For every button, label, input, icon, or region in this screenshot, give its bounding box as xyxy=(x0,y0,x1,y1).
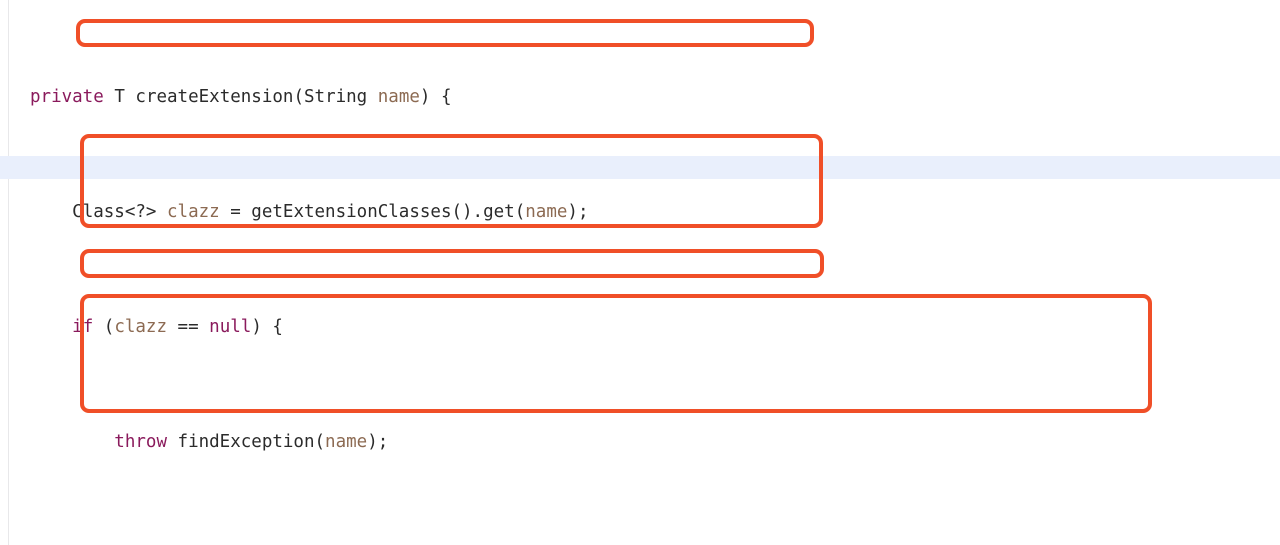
annotation-box-3 xyxy=(80,249,824,278)
code-line-1: private T createExtension(String name) { xyxy=(30,87,452,107)
annotation-box-4 xyxy=(80,294,1152,413)
code-editor-screenshot: private T createExtension(String name) {… xyxy=(0,0,1280,545)
annotation-box-2 xyxy=(80,134,823,228)
annotation-box-1 xyxy=(76,19,814,47)
code-line-4: throw findException(name); xyxy=(114,432,389,452)
